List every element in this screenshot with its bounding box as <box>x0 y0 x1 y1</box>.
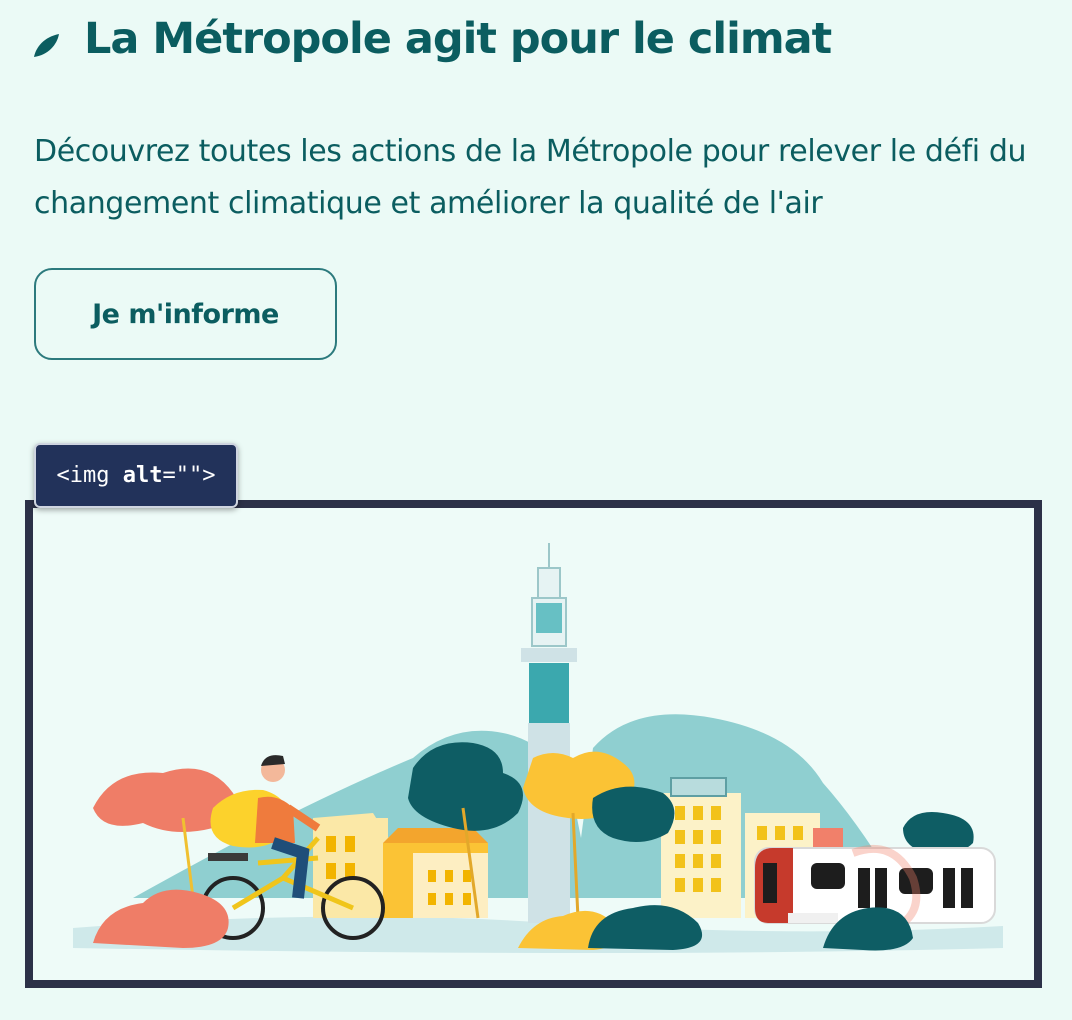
intro-text: Découvrez toutes les actions de la Métro… <box>34 134 1027 221</box>
alt-tag-close: =""> <box>162 463 216 488</box>
page-title: La Métropole agit pour le climat <box>84 14 832 64</box>
city-illustration-svg <box>73 543 1003 953</box>
img-alt-tag: <img alt =""> <box>34 443 238 508</box>
leaf-icon <box>34 34 59 57</box>
page-heading: La Métropole agit pour le climat <box>32 14 832 64</box>
alt-tag-attr: alt <box>122 463 163 488</box>
tower <box>528 723 570 923</box>
alt-tag-open: <img <box>56 463 123 488</box>
je-m-informe-button[interactable]: Je m'informe <box>34 268 337 360</box>
city-illustration <box>25 500 1042 988</box>
bush <box>93 889 229 948</box>
